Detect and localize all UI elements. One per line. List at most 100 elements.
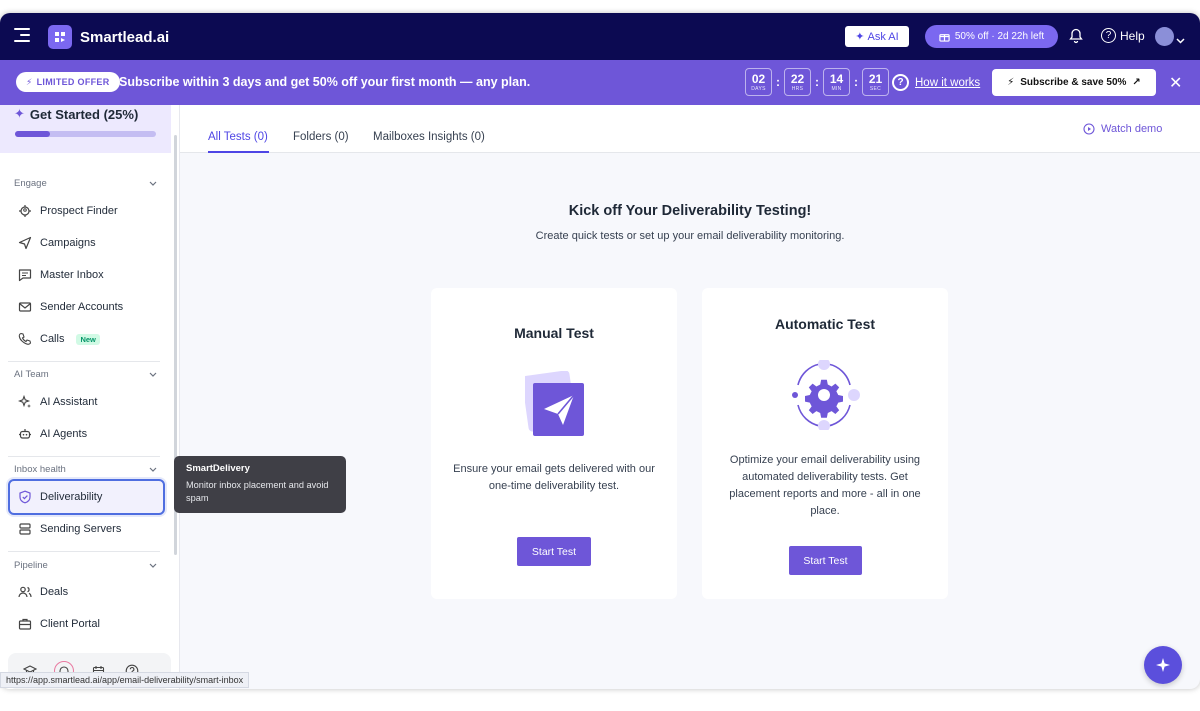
- phone-icon: [18, 332, 32, 345]
- how-it-works-link[interactable]: ? How it works: [892, 74, 980, 91]
- message-icon: [18, 269, 32, 282]
- new-badge: New: [76, 333, 100, 345]
- limited-offer-label: LIMITED OFFER: [36, 77, 110, 87]
- automatic-start-test-button[interactable]: Start Test: [789, 546, 862, 575]
- sidebar-item-master-inbox[interactable]: Master Inbox: [8, 261, 165, 289]
- help-button[interactable]: ? Help: [1101, 28, 1145, 43]
- manual-test-title: Manual Test: [514, 325, 594, 341]
- mail-icon: [18, 302, 32, 312]
- status-bar-url: https://app.smartlead.ai/app/email-deliv…: [0, 672, 250, 688]
- gift-icon: [939, 34, 950, 42]
- help-icon: ?: [1101, 28, 1116, 43]
- chevron-down-icon: [149, 467, 157, 472]
- section-divider: [8, 456, 160, 457]
- robot-icon: [19, 429, 31, 439]
- watch-demo-label: Watch demo: [1101, 123, 1163, 135]
- sidebar-item-sending-servers[interactable]: Sending Servers: [8, 515, 165, 543]
- sidebar-item-label: Calls: [40, 333, 65, 345]
- sidebar-item-label: Campaigns: [40, 237, 96, 249]
- menu-toggle-icon[interactable]: [14, 28, 30, 42]
- logo-mark-icon: [48, 25, 72, 49]
- section-label: Pipeline: [14, 560, 48, 571]
- sparkle-icon: [1156, 658, 1170, 672]
- section-label: Engage: [14, 178, 47, 189]
- section-pipeline[interactable]: Pipeline: [14, 560, 157, 571]
- chevron-down-icon: [149, 181, 157, 186]
- chevron-down-icon: [149, 372, 157, 377]
- manual-test-description: Ensure your email gets delivered with ou…: [453, 463, 655, 492]
- briefcase-icon: [18, 618, 32, 630]
- play-circle-icon: [1083, 123, 1095, 135]
- subscribe-label: Subscribe & save 50%: [1020, 77, 1127, 88]
- get-started-progress: [15, 131, 156, 137]
- sidebar-item-label: Master Inbox: [40, 269, 104, 281]
- server-icon: [19, 523, 31, 535]
- ask-ai-label: Ask AI: [867, 30, 899, 43]
- sidebar-item-ai-assistant[interactable]: AI Assistant: [8, 388, 165, 416]
- sidebar-item-client-portal[interactable]: Client Portal: [8, 610, 165, 638]
- sparkle-icon: ✦: [855, 31, 865, 43]
- sidebar: ✦ Get Started (25%) Engage Prospect Find…: [0, 105, 180, 689]
- sidebar-item-ai-agents[interactable]: AI Agents: [8, 420, 165, 448]
- automatic-test-title: Automatic Test: [774, 316, 876, 332]
- help-label: Help: [1120, 28, 1145, 43]
- logo[interactable]: Smartlead.ai: [48, 25, 169, 49]
- sidebar-item-deliverability[interactable]: Deliverability: [8, 479, 165, 515]
- section-inbox-health[interactable]: Inbox health: [14, 464, 157, 475]
- limited-offer-badge: ⚡ LIMITED OFFER: [16, 72, 120, 92]
- get-started-card[interactable]: ✦ Get Started (25%): [0, 105, 171, 153]
- top-bar: Smartlead.ai ✦ Ask AI 50% off · 2d 22h l…: [0, 13, 1200, 60]
- sidebar-item-sender-accounts[interactable]: Sender Accounts: [8, 293, 165, 321]
- arrow-up-right-icon: ↗: [1132, 77, 1141, 88]
- sidebar-item-label: AI Assistant: [40, 396, 98, 408]
- automatic-test-description: Optimize your email deliverability using…: [729, 454, 921, 517]
- chevron-down-icon[interactable]: [1176, 31, 1185, 49]
- get-started-label: Get Started (25%): [29, 106, 139, 122]
- automatic-test-card: Automatic Test Optimize your email deliv…: [702, 288, 948, 599]
- manual-start-test-button[interactable]: Start Test: [517, 537, 591, 566]
- hero-title: Kick off Your Deliverability Testing!: [568, 203, 812, 219]
- section-engage[interactable]: Engage: [14, 178, 157, 189]
- sidebar-item-label: Client Portal: [40, 618, 100, 630]
- app-window: Smartlead.ai ✦ Ask AI 50% off · 2d 22h l…: [0, 13, 1200, 689]
- tab-bar: All Tests (0) Folders (0) Mailboxes Insi…: [180, 105, 1200, 153]
- section-label: AI Team: [14, 369, 49, 380]
- shield-check-icon: [19, 490, 31, 504]
- subscribe-save-button[interactable]: ⚡ Subscribe & save 50% ↗: [992, 69, 1156, 96]
- countdown-hours: 22 HRS: [784, 68, 811, 96]
- promo-pill-label: 50% off · 2d 22h left: [954, 31, 1045, 42]
- discount-countdown-pill[interactable]: 50% off · 2d 22h left: [925, 25, 1058, 48]
- assistant-sparkle-button[interactable]: [1144, 646, 1182, 684]
- sidebar-item-label: Deals: [40, 586, 69, 598]
- watch-demo-link[interactable]: Watch demo: [1083, 123, 1162, 135]
- section-divider: [8, 361, 160, 362]
- section-ai-team[interactable]: AI Team: [14, 369, 157, 380]
- sidebar-item-deals[interactable]: Deals: [8, 578, 165, 606]
- sidebar-item-label: AI Agents: [40, 428, 88, 440]
- logo-text: Smartlead.ai: [80, 28, 170, 46]
- sidebar-item-label: Prospect Finder: [40, 205, 118, 217]
- avatar[interactable]: [1155, 27, 1174, 46]
- sidebar-item-label: Sending Servers: [40, 523, 122, 535]
- notification-bell-icon[interactable]: [1069, 28, 1083, 49]
- countdown-days: 02 DAYS: [745, 68, 772, 96]
- sidebar-item-prospect-finder[interactable]: Prospect Finder: [8, 197, 165, 225]
- main-content: All Tests (0) Folders (0) Mailboxes Insi…: [180, 105, 1200, 689]
- bolt-icon: ⚡: [26, 76, 33, 87]
- ask-ai-button[interactable]: ✦ Ask AI: [845, 26, 909, 47]
- section-label: Inbox health: [14, 464, 66, 475]
- gear-people-icon: [19, 205, 31, 217]
- tab-folders[interactable]: Folders (0): [293, 131, 349, 143]
- offer-countdown: 02 DAYS : 22 HRS : 14 MIN : 21 SEC: [745, 68, 889, 96]
- sidebar-item-label: Deliverability: [40, 491, 103, 503]
- sidebar-item-calls[interactable]: Calls New: [8, 325, 165, 353]
- manual-test-card: Manual Test Ensure your email gets deliv…: [431, 288, 677, 599]
- sidebar-item-campaigns[interactable]: Campaigns: [8, 229, 165, 257]
- sparkles-icon: [18, 395, 31, 408]
- question-circle-icon: ?: [892, 74, 909, 91]
- tab-mailboxes-insights[interactable]: Mailboxes Insights (0): [373, 131, 485, 143]
- section-divider: [8, 551, 160, 552]
- tab-all-tests[interactable]: All Tests (0): [208, 131, 268, 143]
- close-icon[interactable]: ✕: [1169, 73, 1182, 93]
- bolt-icon: ⚡: [1007, 77, 1015, 88]
